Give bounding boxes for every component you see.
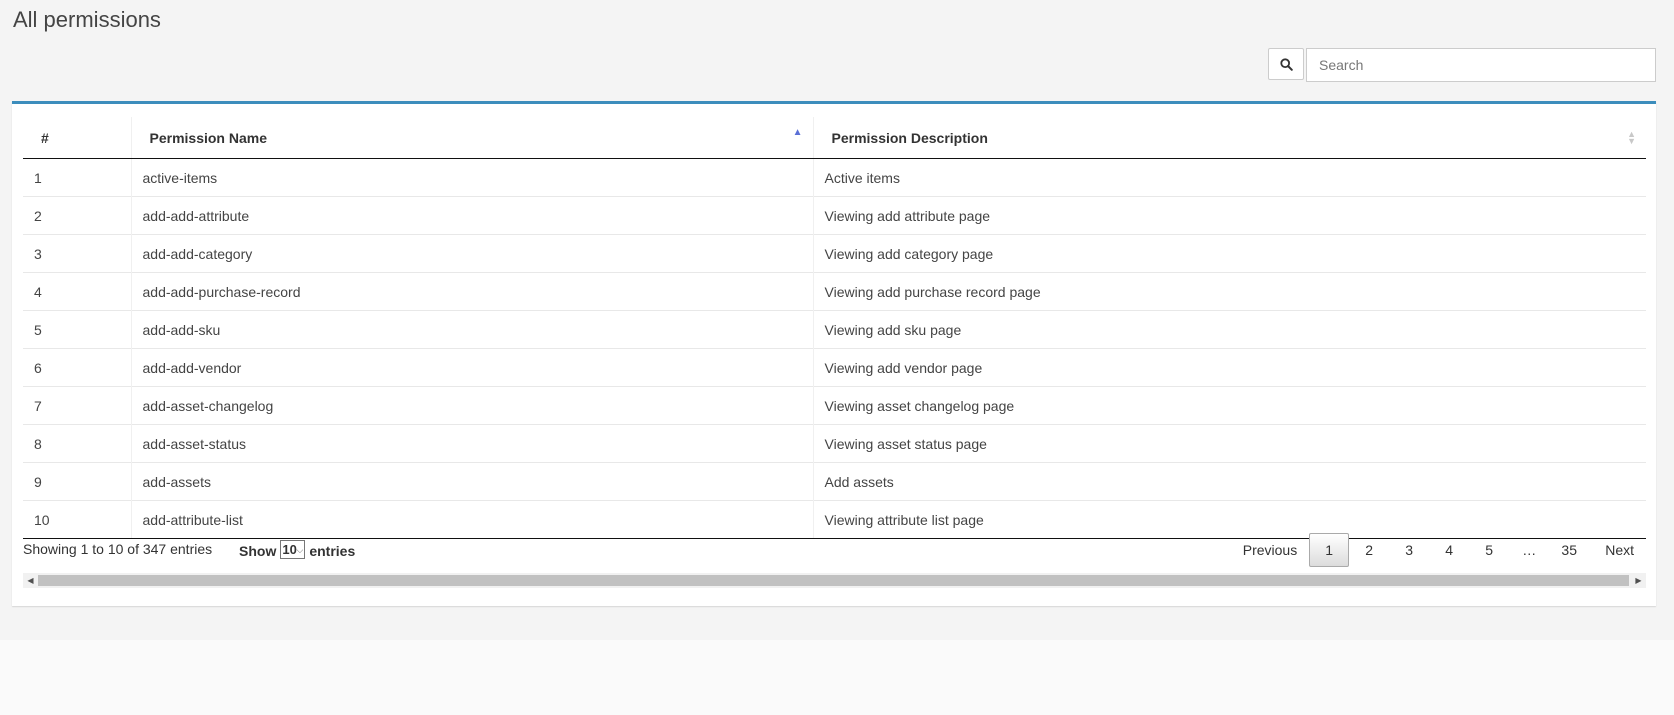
permission-name-cell: add-add-purchase-record — [130, 272, 813, 311]
table-row: 6 add-add-vendor Viewing add vendor page — [23, 348, 1646, 387]
table-row: 2 add-add-attribute Viewing add attribute … — [23, 196, 1646, 235]
pagination-page-4[interactable]: 4 — [1429, 533, 1469, 567]
column-header-label: Permission Description — [831, 129, 988, 146]
column-header-permission-description[interactable]: Permission Description ▲ ▼ — [812, 117, 1646, 159]
scrollbar-thumb[interactable] — [38, 575, 1629, 586]
pagination-page-35[interactable]: 35 — [1549, 533, 1589, 567]
pagination-page-1[interactable]: 1 — [1309, 533, 1350, 567]
table-header-row: # Permission Name ▲ Permission Descripti… — [23, 117, 1646, 159]
column-header-label: # — [41, 129, 49, 146]
page-length-control: Show 10 ⌵ entries — [239, 540, 356, 560]
sort-both-icon: ▲ ▼ — [1627, 129, 1636, 146]
search-bar — [1268, 48, 1656, 82]
column-header-label: Permission Name — [149, 129, 268, 146]
row-number-cell: 9 — [23, 462, 131, 501]
table-body: 1 active-items Active items 2 add-add-attrib… — [23, 158, 1646, 539]
permission-description-cell: Viewing add sku page — [812, 310, 1646, 349]
column-header-number[interactable]: # — [23, 117, 131, 159]
permission-description-cell: Viewing add category page — [812, 234, 1646, 273]
page-length-value: 10 — [282, 542, 297, 557]
sort-ascending-icon: ▲ — [792, 127, 803, 138]
row-number-cell: 4 — [23, 272, 131, 311]
permission-name-cell: add-add-category — [130, 234, 813, 273]
permission-description-cell: Viewing add vendor page — [812, 348, 1646, 387]
scroll-right-arrow-icon[interactable]: ▶ — [1631, 573, 1646, 588]
permission-description-cell: Active items — [812, 158, 1646, 197]
horizontal-scrollbar[interactable]: ◀ ▶ — [23, 573, 1646, 588]
permission-name-cell: add-asset-changelog — [130, 386, 813, 425]
table-row: 5 add-add-sku Viewing add sku page — [23, 310, 1646, 349]
permission-name-cell: add-add-sku — [130, 310, 813, 349]
search-icon — [1279, 57, 1293, 71]
permission-description-cell: Viewing add purchase record page — [812, 272, 1646, 311]
row-number-cell: 1 — [34, 169, 42, 186]
permission-name-cell: active-items — [130, 158, 813, 197]
row-number-cell: 7 — [23, 386, 131, 425]
table-footer: Showing 1 to 10 of 347 entries Show 10 ⌵… — [23, 532, 1646, 568]
permission-description-cell: Add assets — [812, 462, 1646, 501]
chevron-down-icon: ⌵ — [296, 545, 304, 555]
permission-description-cell: Viewing add attribute page — [812, 196, 1646, 235]
permission-description-cell: Viewing asset status page — [812, 424, 1646, 463]
table-row: 7 add-asset-changelog Viewing asset change… — [23, 386, 1646, 425]
permission-description-cell: Viewing asset changelog page — [812, 386, 1646, 425]
table-row: 4 add-add-purchase-record Viewing add purc… — [23, 272, 1646, 311]
show-label: Show — [239, 542, 277, 559]
permission-name-cell: add-assets — [130, 462, 813, 501]
row-number-cell: 2 — [23, 196, 131, 235]
pagination-page-3[interactable]: 3 — [1389, 533, 1429, 567]
permissions-box: # Permission Name ▲ Permission Descripti… — [12, 101, 1656, 606]
entries-info: Showing 1 to 10 of 347 entries — [23, 541, 213, 557]
row-number-cell: 3 — [23, 234, 131, 273]
page-title: All permissions — [13, 7, 161, 32]
permissions-table: # Permission Name ▲ Permission Descripti… — [23, 117, 1646, 539]
pagination-next[interactable]: Next — [1589, 533, 1646, 567]
table-row: 1 active-items Active items — [23, 158, 1646, 197]
table-row: 9 add-assets Add assets — [23, 462, 1646, 501]
search-input[interactable] — [1306, 48, 1656, 82]
search-button[interactable] — [1268, 48, 1304, 80]
row-number-cell: 5 — [23, 310, 131, 349]
pagination: Previous 1 2 3 4 5 … 35 Next — [1231, 532, 1646, 568]
row-number-cell: 8 — [23, 424, 131, 463]
permission-name-cell: add-add-vendor — [130, 348, 813, 387]
table-row: 8 add-asset-status Viewing asset status pa… — [23, 424, 1646, 463]
entries-label: entries — [309, 542, 356, 559]
pagination-page-2[interactable]: 2 — [1349, 533, 1389, 567]
row-number-cell: 6 — [23, 348, 131, 387]
pagination-ellipsis: … — [1522, 542, 1537, 558]
permission-name-cell: add-asset-status — [130, 424, 813, 463]
table-row: 3 add-add-category Viewing add category pa… — [23, 234, 1646, 273]
pagination-page-5[interactable]: 5 — [1469, 533, 1509, 567]
pagination-previous[interactable]: Previous — [1231, 533, 1309, 567]
permission-name-cell: add-add-attribute — [130, 196, 813, 235]
scroll-left-arrow-icon[interactable]: ◀ — [23, 573, 38, 588]
column-header-permission-name[interactable]: Permission Name ▲ — [130, 117, 813, 159]
page-background: All permissions # Permi — [0, 0, 1674, 640]
page-length-select[interactable]: 10 ⌵ — [280, 540, 306, 559]
